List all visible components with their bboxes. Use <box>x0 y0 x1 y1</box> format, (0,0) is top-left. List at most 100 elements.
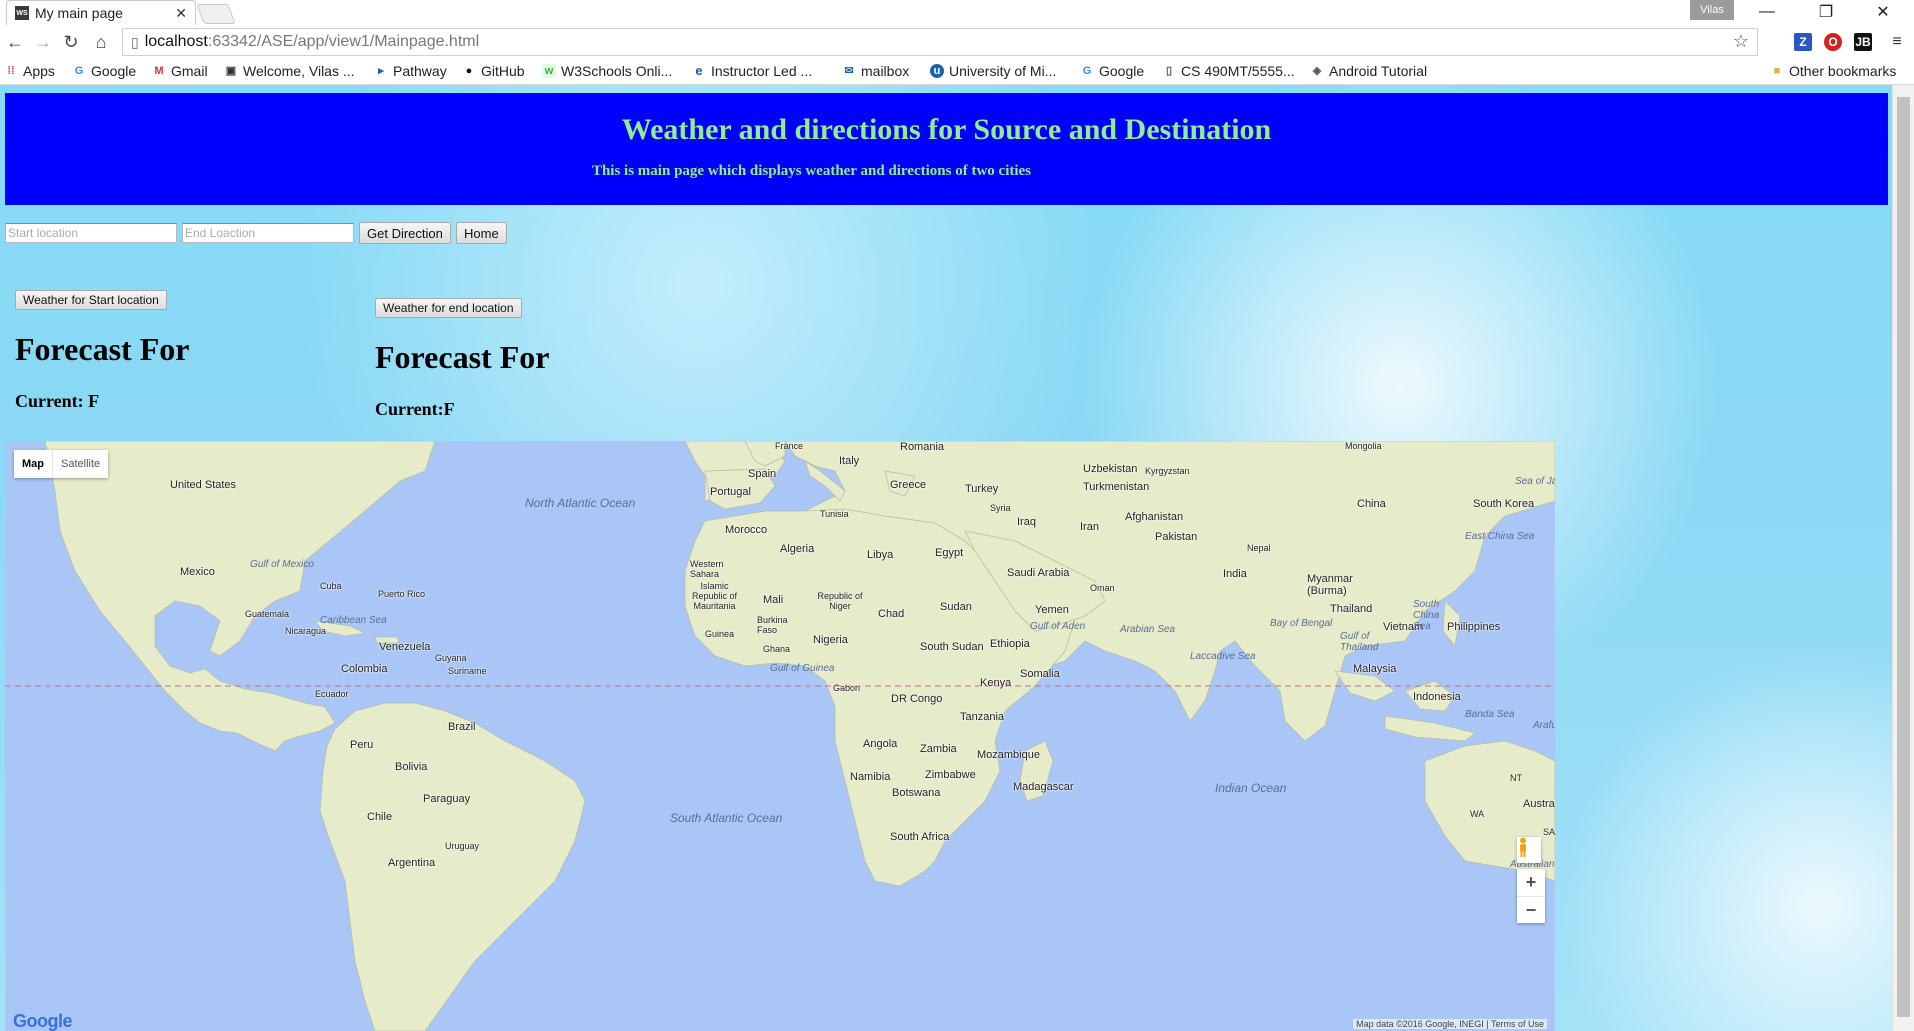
zoom-in-button[interactable]: + <box>1517 869 1545 897</box>
bookmark-gmail[interactable]: M Gmail <box>152 60 207 82</box>
map-label: Guatemala <box>245 609 290 619</box>
map-label: Turkey <box>965 483 999 495</box>
zotero-extension-icon[interactable]: Z <box>1794 33 1812 51</box>
map-label: Arabian Sea <box>1120 624 1176 635</box>
home-icon[interactable]: ⌂ <box>90 31 112 53</box>
close-window-icon[interactable]: ✕ <box>1860 0 1906 24</box>
bookmark-label: Apps <box>23 63 55 79</box>
tab-main-page[interactable]: WS My main page ✕ <box>6 0 196 25</box>
bookmark-label: W3Schools Onli... <box>561 63 673 79</box>
e-icon: e <box>695 63 703 78</box>
map-label: Italy <box>839 455 860 467</box>
map-label: Angola <box>863 738 898 750</box>
map-label: China <box>1357 498 1386 510</box>
bookmark-apps[interactable]: ⁞⁞ Apps <box>4 60 55 82</box>
bookmark-cs490[interactable]: ▯ CS 490MT/5555... <box>1162 60 1295 82</box>
opera-extension-icon[interactable]: O <box>1824 33 1842 51</box>
map-label: Gulf of Mexico <box>250 559 314 570</box>
header-banner: Weather and directions for Source and De… <box>5 93 1888 205</box>
reload-icon[interactable]: ↻ <box>60 31 82 53</box>
minimize-icon[interactable]: — <box>1744 0 1790 24</box>
map-label: Austra <box>1523 798 1555 810</box>
map-label: Guyana <box>435 653 467 663</box>
tab-strip: WS My main page ✕ Vilas — ❐ ✕ <box>0 0 1914 25</box>
map-label: Ethiopia <box>990 638 1030 650</box>
map-label: South Korea <box>1473 498 1535 510</box>
map-label: Yemen <box>1035 604 1069 616</box>
close-tab-icon[interactable]: ✕ <box>175 5 187 22</box>
bookmark-other[interactable]: ■ Other bookmarks <box>1770 60 1897 82</box>
restore-icon[interactable]: ❐ <box>1803 0 1849 24</box>
current-start-temp: Current: F <box>15 391 100 411</box>
zoom-out-button[interactable]: − <box>1517 897 1545 924</box>
map-label: Iraq <box>1017 516 1036 528</box>
map-label: Chile <box>367 811 393 823</box>
end-location-input[interactable] <box>182 223 354 243</box>
google-logo: Google <box>13 1011 73 1031</box>
bookmark-google-2[interactable]: G Google <box>1080 60 1144 82</box>
map-label: SA <box>1543 827 1555 837</box>
map-label: Gulf of Guinea <box>770 663 835 674</box>
map-land-shapes <box>5 441 1555 1031</box>
map-label: Zimbabwe <box>925 769 976 781</box>
bookmark-university[interactable]: u University of Mi... <box>930 60 1056 82</box>
map-label: Guinea <box>705 629 735 639</box>
map-label: Bay of Bengal <box>1270 618 1333 629</box>
map-label: Tunisia <box>820 509 849 519</box>
map-label: Ghana <box>763 644 791 654</box>
page-subtitle: This is main page which displays weather… <box>591 163 1032 179</box>
map-label: Republic of Niger <box>817 591 863 611</box>
webstorm-favicon-icon: WS <box>15 6 29 20</box>
vertical-scrollbar[interactable] <box>1892 85 1914 1031</box>
gmail-icon: M <box>154 65 164 77</box>
scrollbar-thumb[interactable] <box>1897 97 1910 1017</box>
start-location-input[interactable] <box>5 223 177 243</box>
profile-badge[interactable]: Vilas <box>1690 0 1734 20</box>
weather-start-button[interactable]: Weather for Start location <box>15 290 167 310</box>
map-label: Turkmenistan <box>1083 481 1150 493</box>
bookmark-pathway[interactable]: ▸ Pathway <box>374 60 446 82</box>
map-credit[interactable]: Map data ©2016 Google, INEGI | Terms of … <box>1353 1019 1547 1029</box>
bookmark-label: CS 490MT/5555... <box>1181 63 1295 79</box>
map-label: Cuba <box>320 581 342 591</box>
bookmark-welcome[interactable]: ▣ Welcome, Vilas ... <box>224 60 355 82</box>
weather-end-button[interactable]: Weather for end location <box>375 298 522 318</box>
map-label: Somalia <box>1020 668 1060 680</box>
map-label: Venezuela <box>379 641 431 653</box>
home-button[interactable]: Home <box>456 222 507 244</box>
bookmark-mailbox[interactable]: ✉ mailbox <box>842 60 909 82</box>
forward-icon[interactable]: → <box>32 31 54 53</box>
map-label: Morocco <box>725 524 768 536</box>
map-label: Arafur <box>1533 720 1555 731</box>
back-icon[interactable]: ← <box>4 31 26 53</box>
map-label: South Africa <box>890 831 950 843</box>
address-bar[interactable]: ▯ localhost:63342/ASE/app/view1/Mainpage… <box>122 28 1758 56</box>
map-label: Sudan <box>940 601 972 613</box>
menu-icon[interactable]: ≡ <box>1888 33 1906 51</box>
map-label: South China Sea <box>1413 599 1440 632</box>
map-label: Afghanistan <box>1125 511 1184 523</box>
map-canvas[interactable]: United States Mexico Cuba Puerto Rico Gu… <box>5 441 1555 1031</box>
bookmark-star-icon[interactable]: ☆ <box>1733 31 1749 52</box>
bookmark-android[interactable]: ◈ Android Tutorial <box>1310 60 1427 82</box>
map-label: Kenya <box>980 677 1012 689</box>
bookmark-instructor[interactable]: e Instructor Led ... <box>692 60 812 82</box>
new-tab-button[interactable] <box>196 4 236 24</box>
map-type-satellite-button[interactable]: Satellite <box>52 450 108 478</box>
bookmark-w3schools[interactable]: w W3Schools Onli... <box>542 60 672 82</box>
jetbrains-extension-icon[interactable]: JB <box>1854 33 1872 51</box>
map-type-map-button[interactable]: Map <box>14 450 52 478</box>
bookmark-label: GitHub <box>481 63 525 79</box>
map-label: Algeria <box>780 543 815 555</box>
pegman-icon[interactable] <box>1517 837 1541 863</box>
map-label: Syria <box>990 503 1011 513</box>
w3schools-icon: w <box>542 64 556 78</box>
forecast-start-heading: Forecast For <box>15 331 190 367</box>
get-direction-button[interactable]: Get Direction <box>359 222 451 244</box>
bookmark-github[interactable]: ● GitHub <box>462 60 525 82</box>
bookmark-google[interactable]: G Google <box>72 60 136 82</box>
page-title: Weather and directions for Source and De… <box>621 113 1272 146</box>
map-label: Indian Ocean <box>1215 781 1287 795</box>
map-label: Caribbean Sea <box>320 615 387 626</box>
map-label: Banda Sea <box>1465 709 1515 720</box>
